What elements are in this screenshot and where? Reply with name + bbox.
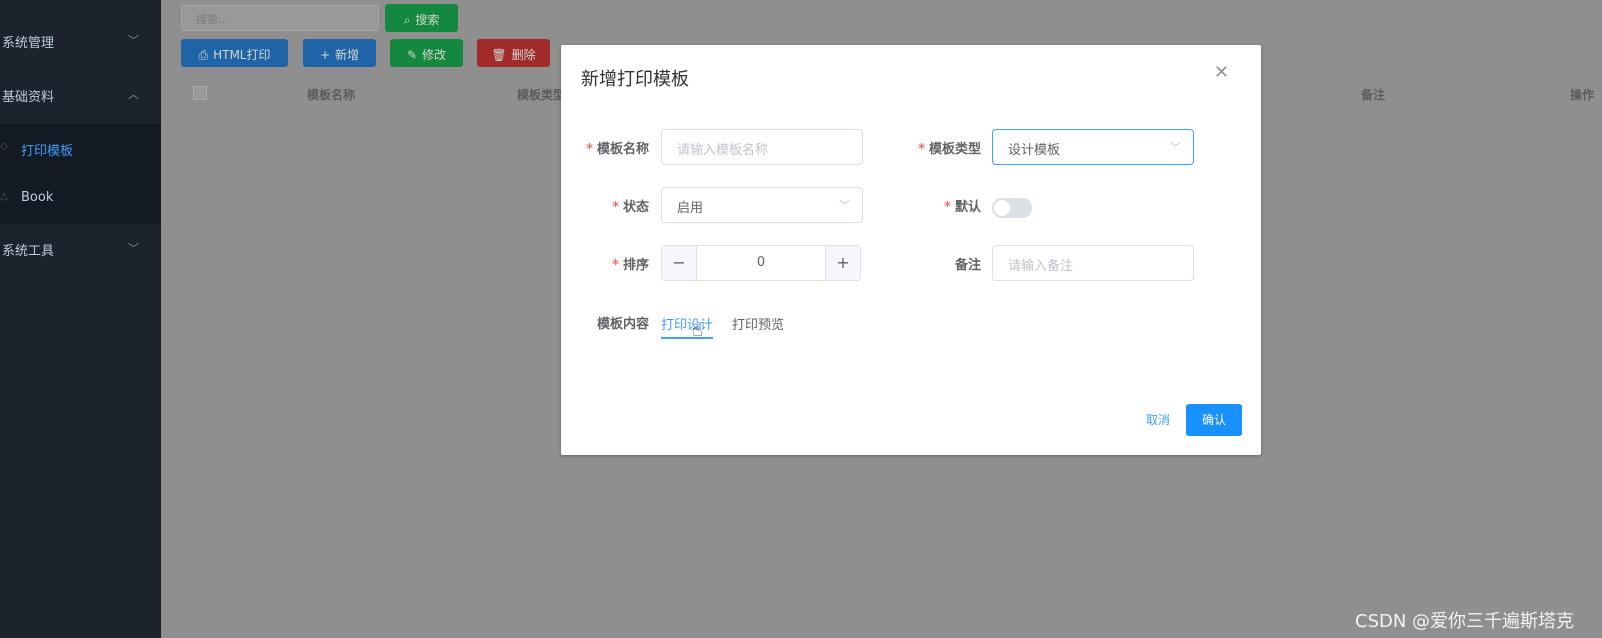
menu-group-label: 系统工具: [2, 244, 55, 259]
tab-print-design[interactable]: 打印设计: [661, 314, 714, 339]
content-label: 模板内容: [596, 317, 649, 332]
watermark: CSDN @爱你三千遍斯塔克: [1355, 611, 1575, 632]
chevron-down-icon: ﹀: [128, 242, 139, 255]
sidebar-item-print-template[interactable]: ◇ 打印模板: [0, 124, 161, 174]
add-button[interactable]: + 新增: [303, 39, 376, 67]
status-select[interactable]: 启用 ﹀: [661, 187, 863, 223]
field-label-order: * 排序: [612, 258, 649, 273]
menu-icon: ◇: [0, 141, 8, 152]
default-toggle[interactable]: [992, 198, 1032, 218]
delete-label: 删除: [511, 48, 536, 62]
sidebar-item-book[interactable]: △ Book: [0, 174, 161, 224]
chevron-down-icon: ﹀: [128, 34, 139, 47]
chevron-down-icon: ﹀: [839, 199, 850, 212]
hand-cursor-icon: ☝: [692, 320, 703, 341]
column-header: 备注: [1361, 88, 1386, 102]
search-button[interactable]: ⌕ 搜索: [385, 4, 458, 32]
select-all-checkbox[interactable]: [193, 86, 207, 100]
menu-icon: △: [0, 191, 8, 202]
increment-button[interactable]: +: [825, 246, 860, 280]
sidebar-item-label: 打印模板: [21, 144, 74, 159]
add-template-dialog: 新增打印模板 ✕ * 模板名称 请输入模板名称 * 模板类型 设计模板 ﹀ * 状态 …: [561, 45, 1261, 455]
tab-print-preview[interactable]: 打印预览: [732, 314, 784, 333]
menu-group-label: 系统管理: [2, 36, 55, 51]
delete-button[interactable]: 🗑 删除: [477, 39, 550, 67]
menu-group-label: 基础资料: [2, 90, 55, 105]
add-label: 新增: [335, 48, 360, 62]
search-button-label: 搜索: [415, 13, 440, 27]
cancel-button[interactable]: 取消: [1146, 411, 1170, 428]
trash-icon: 🗑: [491, 48, 507, 62]
search-icon: ⌕: [403, 13, 411, 27]
order-value[interactable]: 0: [697, 255, 825, 270]
field-label-type: * 模板类型: [918, 142, 981, 157]
template-type-select[interactable]: 设计模板 ﹀: [992, 129, 1194, 165]
plus-icon: +: [319, 48, 331, 62]
printer-icon: ⎙: [198, 48, 209, 62]
chevron-down-icon: ﹀: [1170, 141, 1181, 154]
menu-group-system-tools[interactable]: 系统工具 ﹀: [0, 226, 161, 272]
search-input[interactable]: 搜索...: [181, 5, 379, 31]
field-label-default: * 默认: [944, 200, 981, 215]
decrement-button[interactable]: −: [662, 246, 697, 280]
submenu-basic-data: ◇ 打印模板 △ Book: [0, 124, 161, 224]
menu-group-basic-data[interactable]: 基础资料 ︿: [0, 72, 161, 118]
order-stepper[interactable]: − 0 +: [661, 245, 861, 281]
html-print-button[interactable]: ⎙ HTML打印: [181, 39, 288, 67]
field-label-status: * 状态: [612, 200, 649, 215]
remark-input[interactable]: 请输入备注: [992, 245, 1194, 281]
close-icon[interactable]: ✕: [1214, 62, 1229, 83]
column-header: 操作: [1570, 88, 1595, 102]
edit-label: 修改: [422, 48, 447, 62]
sidebar: 系统管理 ﹀ 基础资料 ︿ ◇ 打印模板 △ Book 系统工具 ﹀: [0, 0, 161, 638]
column-header: 模板名称: [307, 88, 356, 102]
sidebar-item-label: Book: [21, 190, 54, 205]
chevron-up-icon: ︿: [128, 88, 139, 101]
field-label-remark: 备注: [954, 258, 981, 273]
dialog-title: 新增打印模板: [581, 69, 689, 90]
template-name-input[interactable]: 请输入模板名称: [661, 129, 863, 165]
confirm-button[interactable]: 确认: [1186, 404, 1242, 436]
edit-button[interactable]: ✎ 修改: [390, 39, 463, 67]
toggle-knob: [994, 200, 1010, 216]
menu-group-system-management[interactable]: 系统管理 ﹀: [0, 18, 161, 64]
html-print-label: HTML打印: [213, 48, 271, 62]
edit-icon: ✎: [406, 48, 418, 62]
column-header: 模板类型: [517, 88, 566, 102]
field-label-name: * 模板名称: [586, 142, 649, 157]
